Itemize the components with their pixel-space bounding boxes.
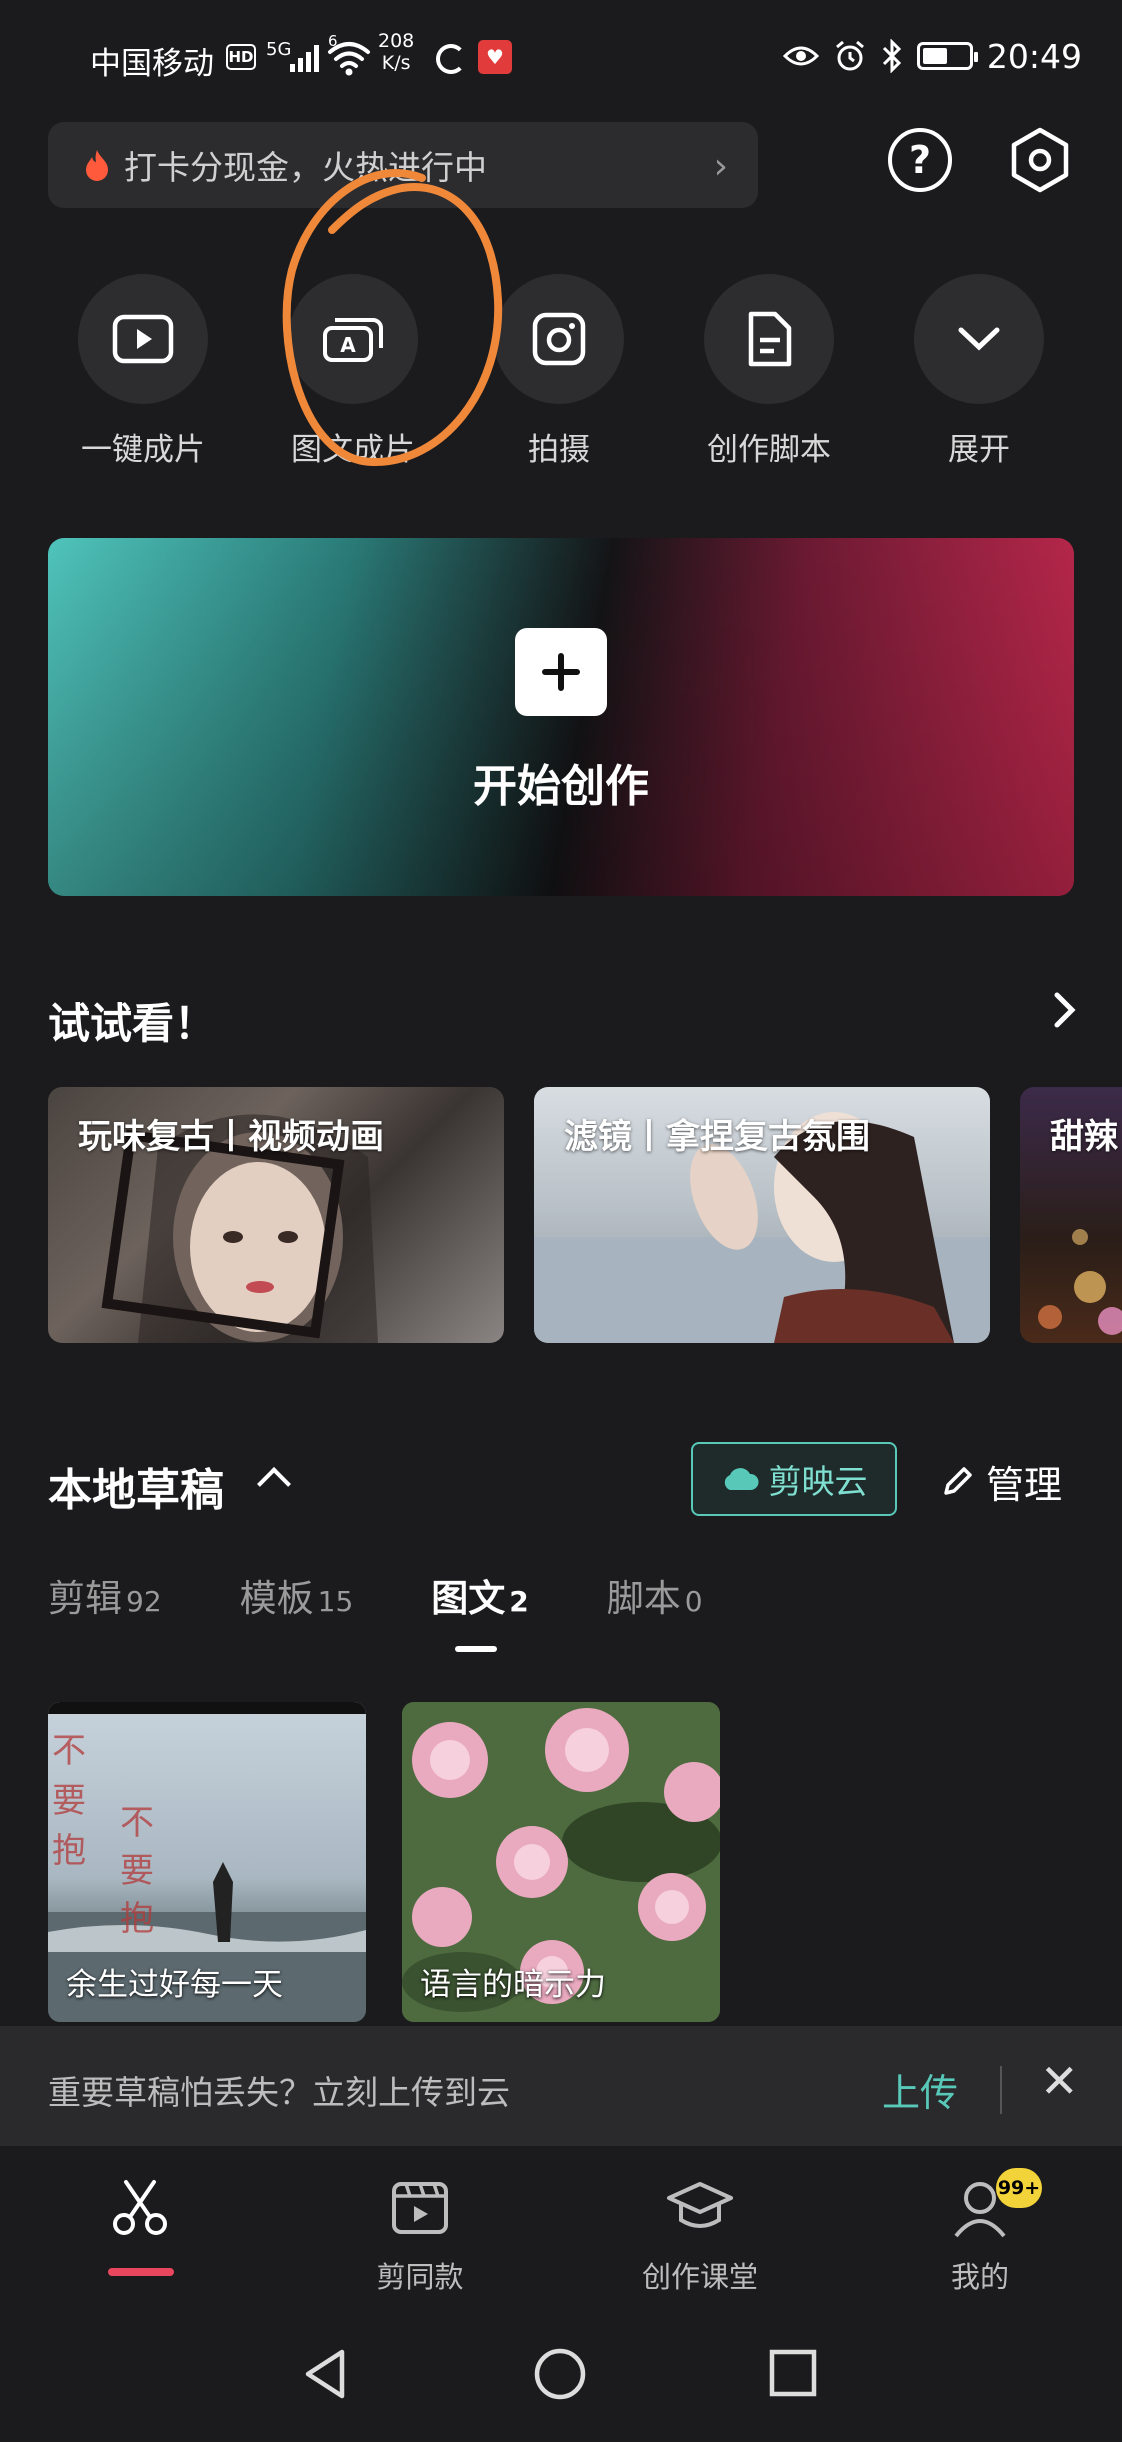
svg-text:抱: 抱	[120, 1899, 154, 1939]
quick-action-one-click[interactable]: 一键成片	[78, 274, 208, 469]
recents-icon[interactable]	[768, 2348, 818, 2398]
pencil-icon	[944, 1466, 972, 1495]
home-icon[interactable]	[532, 2346, 588, 2402]
clock: 20:49	[986, 36, 1082, 76]
notification-badge: 99+	[996, 2168, 1042, 2208]
tab-count: 2	[509, 1585, 529, 1618]
quick-action-expand[interactable]: 展开	[914, 274, 1044, 469]
hd-badge: HD	[226, 44, 256, 70]
tab-template[interactable]: 模板 15	[240, 1568, 354, 1622]
try-card-title: 滤镜丨拿捏复古氛围	[564, 1117, 870, 1157]
try-card[interactable]: 甜辣	[1020, 1087, 1122, 1343]
help-button[interactable]: ?	[888, 128, 952, 192]
nav-item-edit[interactable]	[60, 2176, 220, 2254]
tab-count: 92	[126, 1585, 162, 1618]
system-nav-bar	[0, 2306, 1122, 2442]
nav-label: 创作课堂	[641, 2260, 758, 2294]
chevron-right-icon[interactable]	[1052, 990, 1078, 1041]
back-icon[interactable]	[300, 2346, 350, 2402]
tab-count: 15	[317, 1585, 354, 1618]
start-creation-label: 开始创作	[473, 761, 649, 812]
status-right: 20:49	[782, 34, 1082, 78]
chevron-up-icon[interactable]	[257, 1467, 291, 1501]
tab-image-text[interactable]: 图文 2	[431, 1568, 529, 1652]
script-icon	[704, 274, 834, 404]
speed-value: 208	[378, 30, 415, 52]
close-icon[interactable]: ✕	[1040, 2054, 1079, 2108]
network-speed: 208 K/s	[378, 30, 414, 74]
svg-text:要: 要	[120, 1851, 154, 1891]
settings-icon	[1011, 127, 1069, 193]
battery-icon	[916, 42, 978, 70]
tab-count: 0	[684, 1585, 703, 1618]
try-card-title: 玩味复古丨视频动画	[78, 1117, 384, 1157]
try-card[interactable]: 滤镜丨拿捏复古氛围	[534, 1087, 990, 1343]
video-template-icon	[392, 2182, 448, 2234]
nav-label: 剪同款	[376, 2260, 464, 2294]
quick-action-label: 一键成片	[81, 432, 205, 468]
graduation-cap-icon	[667, 2182, 733, 2228]
quick-action-script[interactable]: 创作脚本	[704, 274, 834, 469]
quick-action-shoot[interactable]: 拍摄	[494, 274, 624, 469]
section-title-try: 试试看！	[48, 999, 217, 1048]
upload-prompt-bar: 重要草稿怕丢失？立刻上传到云 上传 ✕	[0, 2026, 1122, 2146]
chevron-right-icon: ›	[713, 146, 728, 187]
svg-text:不: 不	[120, 1803, 154, 1843]
try-card-title: 甜辣	[1050, 1117, 1118, 1157]
carrier-label: 中国移动	[90, 46, 214, 82]
quick-action-label: 展开	[948, 432, 1010, 468]
cloud-icon	[724, 1468, 759, 1490]
eye-icon	[782, 46, 819, 66]
upload-prompt-text: 重要草稿怕丢失？立刻上传到云	[48, 2073, 510, 2112]
try-card[interactable]: 玩味复古丨视频动画	[48, 1087, 504, 1343]
draft-item-label: 语言的暗示力	[420, 1967, 606, 2003]
draft-item-label: 余生过好每一天	[66, 1967, 283, 2003]
plus-icon[interactable]	[515, 628, 607, 716]
help-icon: ?	[908, 138, 932, 182]
fire-icon	[86, 150, 108, 181]
wifi-icon: 6	[326, 32, 372, 78]
app-notification-icon: ♥	[478, 40, 512, 74]
draft-item[interactable]: 不要抱 不要抱 余生过好每一天	[48, 1702, 366, 2022]
cloud-button-label: 剪映云	[768, 1462, 868, 1501]
svg-text:抱: 抱	[52, 1831, 86, 1871]
alarm-icon	[835, 40, 864, 71]
tab-label: 脚本	[606, 1577, 681, 1620]
wifi-number: 6	[328, 32, 338, 50]
drafts-title: 本地草稿	[48, 1465, 224, 1516]
scissors-icon	[113, 2180, 167, 2235]
draft-tabs: 剪辑 92 模板 15 图文 2 脚本 0	[48, 1568, 781, 1652]
tab-label: 模板	[239, 1577, 314, 1620]
network-type: 5G	[266, 39, 292, 60]
quick-action-label: 创作脚本	[707, 432, 831, 468]
manage-button[interactable]: 管理	[940, 1454, 1062, 1509]
divider	[1000, 2066, 1002, 2114]
chevron-down-icon	[914, 274, 1044, 404]
bluetooth-icon	[882, 39, 902, 73]
sync-icon	[436, 44, 466, 74]
play-icon	[78, 274, 208, 404]
signal-icon	[290, 42, 322, 72]
active-tab-indicator	[108, 2268, 174, 2276]
tab-edit[interactable]: 剪辑 92	[48, 1568, 162, 1622]
bottom-nav: 剪同款 创作课堂 我的	[0, 2146, 1122, 2306]
camera-icon	[494, 274, 624, 404]
draft-item[interactable]: 语言的暗示力	[402, 1702, 720, 2022]
start-creation-banner[interactable]	[48, 538, 1074, 896]
manage-label: 管理	[986, 1463, 1063, 1507]
tab-script[interactable]: 脚本 0	[607, 1568, 703, 1622]
svg-text:不: 不	[52, 1731, 86, 1771]
cloud-button[interactable]: 剪映云	[691, 1442, 897, 1516]
nav-item-classroom[interactable]: 创作课堂	[620, 2176, 780, 2296]
upload-button[interactable]: 上传	[882, 2062, 958, 2117]
tab-label: 图文	[431, 1577, 506, 1620]
nav-item-templates[interactable]: 剪同款	[340, 2176, 500, 2296]
svg-text:要: 要	[52, 1781, 86, 1821]
tab-label: 剪辑	[48, 1577, 122, 1620]
status-bar: 中国移动 HD 5G 6 208 K/s ♥ 20:49	[0, 0, 1122, 120]
annotation-circle	[282, 169, 503, 467]
settings-button[interactable]	[1006, 126, 1074, 198]
speed-unit: K/s	[381, 52, 411, 74]
nav-label: 我的	[950, 2260, 1009, 2294]
